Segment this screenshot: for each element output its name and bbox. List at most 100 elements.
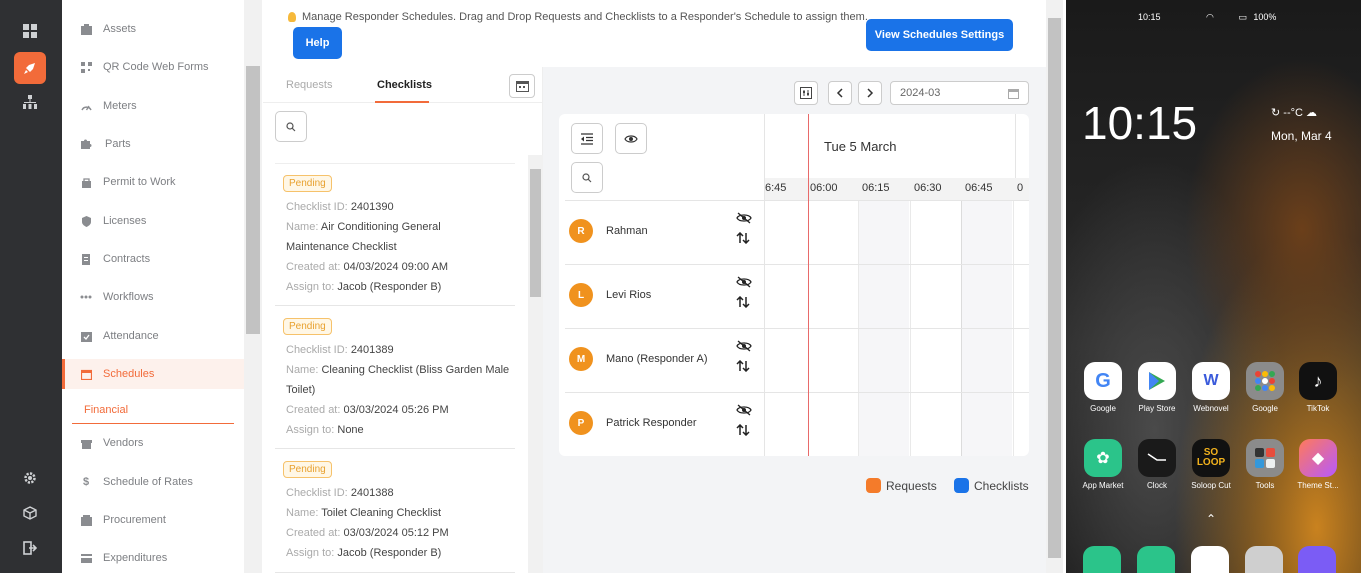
app-google[interactable]: G Google <box>1075 362 1131 413</box>
checklist-card[interactable]: Pending Checklist ID: 2401390 Name: Air … <box>275 171 515 306</box>
sidebar-item-procurement[interactable]: Procurement <box>62 505 244 535</box>
vendor-icon <box>80 437 92 449</box>
time-label: 06:15 <box>862 182 890 194</box>
logout-icon[interactable] <box>14 532 46 564</box>
app-soloop-cut[interactable]: SO LOOP Soloop Cut <box>1183 439 1239 490</box>
app-theme-store[interactable]: ◆ Theme St... <box>1290 439 1346 490</box>
eye-off-icon[interactable] <box>736 276 752 288</box>
collapse-list-button[interactable] <box>571 123 603 154</box>
checklist-scrollbar-thumb[interactable] <box>530 169 541 297</box>
app-tools[interactable]: Tools <box>1237 439 1293 490</box>
responder-search-button[interactable] <box>571 162 603 193</box>
refresh-icon: ↻ <box>1271 107 1281 119</box>
app-webnovel[interactable]: W Webnovel <box>1183 362 1239 413</box>
dollar-icon: $ <box>82 476 90 488</box>
row-actions <box>736 404 752 439</box>
header-divider <box>565 200 1029 201</box>
camera-icon[interactable] <box>1245 546 1283 573</box>
sidebar-item-parts[interactable]: Parts <box>62 129 244 159</box>
eye-off-icon[interactable] <box>736 404 752 416</box>
sidebar-item-permit-to-work[interactable]: Permit to Work <box>62 167 244 197</box>
phone-icon[interactable] <box>1083 546 1121 573</box>
main-scrollbar-thumb[interactable] <box>1048 18 1061 558</box>
soloop-icon: SO LOOP <box>1192 439 1230 477</box>
sort-icon[interactable] <box>736 423 750 437</box>
app-clock[interactable]: Clock <box>1129 439 1185 490</box>
tiktok-icon: ♪ <box>1299 362 1337 400</box>
permit-icon <box>80 176 92 188</box>
sidebar-item-meters[interactable]: Meters <box>62 91 244 121</box>
sidebar-item-schedule-of-rates[interactable]: $ Schedule of Rates <box>62 467 244 497</box>
checklist-card[interactable]: Pending Checklist ID: 2401388 Name: Toil… <box>275 457 515 573</box>
help-button[interactable]: Help <box>293 27 342 59</box>
folder-icon <box>1246 362 1284 400</box>
calendar-picker-button[interactable] <box>509 74 535 98</box>
sort-icon[interactable] <box>736 295 750 309</box>
sidebar-item-workflows[interactable]: Workflows <box>62 282 244 312</box>
sidebar-item-attendance[interactable]: Attendance <box>62 321 244 351</box>
checklist-search-button[interactable] <box>275 111 307 142</box>
sidebar-item-assets[interactable]: Assets <box>62 14 244 44</box>
search-icon <box>286 121 296 131</box>
chrome-icon[interactable] <box>1191 546 1229 573</box>
search-icon <box>582 172 592 182</box>
puzzle-icon <box>80 138 92 150</box>
next-button[interactable] <box>858 81 882 105</box>
checklist-card[interactable]: Pending Checklist ID: 2401389 Name: Clea… <box>275 314 515 449</box>
rocket-icon[interactable] <box>14 52 46 84</box>
row-actions <box>736 340 752 375</box>
expenditure-icon <box>80 552 92 564</box>
dashboard-icon[interactable] <box>14 15 46 47</box>
status-badge: Pending <box>283 461 332 478</box>
sidebar-item-vendors[interactable]: Vendors <box>62 428 244 458</box>
row-divider <box>565 264 1029 265</box>
hint-text: Manage Responder Schedules. Drag and Dro… <box>288 11 868 23</box>
cloud-icon: ☁ <box>1306 107 1318 119</box>
app-tiktok[interactable]: ♪ TikTok <box>1290 362 1346 413</box>
chevron-up-icon[interactable]: ⌃ <box>1206 512 1216 526</box>
sidebar-item-contracts[interactable]: Contracts <box>62 244 244 274</box>
legend-checklists: Checklists <box>954 478 1029 493</box>
chevron-right-icon <box>867 88 874 98</box>
app-market-icon: ✿ <box>1084 439 1122 477</box>
app-play-store[interactable]: Play Store <box>1129 362 1185 413</box>
sidebar-item-licenses[interactable]: Licenses <box>62 206 244 236</box>
eye-off-icon[interactable] <box>736 212 752 224</box>
calendar-icon <box>515 81 529 92</box>
visibility-button[interactable] <box>615 123 647 154</box>
sidebar-scrollbar-thumb[interactable] <box>246 66 260 334</box>
sidebar-item-qr-code-web-forms[interactable]: QR Code Web Forms <box>62 52 244 82</box>
hierarchy-icon[interactable] <box>14 86 46 118</box>
prev-button[interactable] <box>828 81 852 105</box>
month-picker[interactable]: 2024-03 <box>890 81 1029 105</box>
messages-icon[interactable] <box>1137 546 1175 573</box>
sidebar-subitem-financial[interactable]: Financial <box>72 396 234 424</box>
schedule-filter-button[interactable] <box>794 81 818 105</box>
tab-checklists[interactable]: Checklists <box>377 79 432 91</box>
gallery-icon[interactable] <box>1298 546 1336 573</box>
row-divider <box>565 392 1029 393</box>
status-badge: Pending <box>283 175 332 192</box>
cube-icon[interactable] <box>14 497 46 529</box>
indent-icon <box>581 132 593 145</box>
avatar: L <box>569 283 593 307</box>
sort-icon[interactable] <box>736 231 750 245</box>
wifi-icon: ◠ <box>1206 12 1214 22</box>
schedule-header: Manage Responder Schedules. Drag and Dro… <box>263 0 1046 67</box>
sliders-icon <box>800 87 812 99</box>
time-label: 06:00 <box>810 182 838 194</box>
responder-name: Mano (Responder A) <box>606 353 708 365</box>
view-schedules-settings-button[interactable]: View Schedules Settings <box>866 19 1013 51</box>
app-rail <box>0 0 62 573</box>
eye-off-icon[interactable] <box>736 340 752 352</box>
time-label: 06:45 <box>965 182 993 194</box>
app-google-folder[interactable]: Google <box>1237 362 1293 413</box>
app-market[interactable]: ✿ App Market <box>1075 439 1131 490</box>
sort-icon[interactable] <box>736 359 750 373</box>
gear-icon[interactable] <box>14 462 46 494</box>
tab-requests[interactable]: Requests <box>286 79 332 91</box>
sidebar-item-schedules[interactable]: Schedules <box>62 359 244 389</box>
sidebar-item-expenditures[interactable]: Expenditures <box>62 543 244 573</box>
procurement-icon <box>80 514 92 526</box>
status-time: 10:15 <box>1138 12 1161 22</box>
